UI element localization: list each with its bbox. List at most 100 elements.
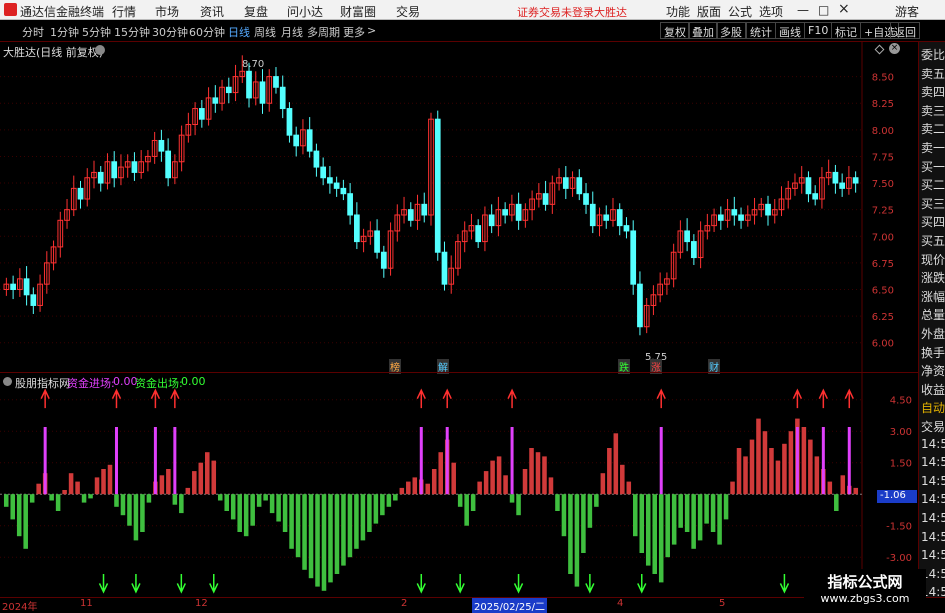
indicator-bar <box>542 456 547 495</box>
kline-chart[interactable]: 8.50 8.25 8.00 7.75 7.50 7.25 7.00 6.75 6.50 6.25… <box>0 42 918 374</box>
candle-body <box>434 118 441 253</box>
menu-trade[interactable]: 交易 <box>396 3 420 20</box>
indicator-bar <box>282 494 288 532</box>
menu-function[interactable]: 功能 <box>666 3 690 20</box>
indicator-bar <box>457 494 463 507</box>
indicator-bar <box>704 494 709 524</box>
stats-button[interactable]: 统计 <box>746 22 776 39</box>
mark-button[interactable]: 标记 <box>831 22 861 39</box>
period-tab-more[interactable]: 更多 <box>343 24 365 40</box>
indicator-bar <box>587 494 593 528</box>
menu-options[interactable]: 选项 <box>759 3 783 20</box>
candle-body <box>165 150 171 179</box>
indicator-bar <box>49 494 54 501</box>
user-label[interactable]: 游客 <box>895 3 919 20</box>
period-tab-30min[interactable]: 30分钟 <box>152 24 188 40</box>
period-tab-week[interactable]: 周线 <box>254 24 276 40</box>
draw-line-button[interactable]: 画线 <box>775 22 805 39</box>
quote-field-label: 14:56 <box>921 511 945 525</box>
candle-body <box>576 177 583 195</box>
indicator-bar <box>431 469 437 495</box>
fund-in-value: 0.00 <box>113 375 138 388</box>
indicator-bar <box>574 494 580 587</box>
menu-ask[interactable]: 问小达 <box>287 3 323 20</box>
quote-field-label: 总量 <box>921 308 945 323</box>
multi-stock-button[interactable]: 多股 <box>716 22 746 39</box>
up-arrow-icon <box>818 388 829 409</box>
menu-news[interactable]: 资讯 <box>200 3 224 20</box>
quote-field-label: 14:56 <box>921 455 945 470</box>
indicator-bar <box>159 475 165 495</box>
y-tick-label: -3.00 <box>886 553 912 564</box>
quote-field-label: 14:56 <box>921 492 945 507</box>
indicator-bar <box>639 494 645 553</box>
menu-review[interactable]: 复盘 <box>244 3 268 20</box>
y-tick-label: 6.75 <box>872 259 894 270</box>
quote-field-label: 涨幅 <box>921 289 945 304</box>
indicator-bar <box>75 481 80 495</box>
menu-formula[interactable]: 公式 <box>728 3 752 20</box>
close-icon[interactable]: × <box>838 1 850 17</box>
menu-quotes[interactable]: 行情 <box>112 3 136 20</box>
indicator-bar <box>192 471 197 495</box>
indicator-bar <box>600 473 606 495</box>
up-arrow-icon <box>40 388 50 409</box>
candle-body <box>158 139 165 152</box>
up-arrow-icon <box>170 388 180 409</box>
quote-field-label: 买一 <box>921 159 945 174</box>
period-tab-1min[interactable]: 1分钟 <box>50 24 79 40</box>
up-arrow-icon <box>844 388 854 409</box>
f10-button[interactable]: F10 <box>804 22 833 39</box>
period-tab-60min[interactable]: 60分钟 <box>189 24 225 40</box>
indicator-bar <box>671 494 677 545</box>
down-arrow-icon <box>176 574 187 594</box>
indicator-bar <box>509 494 515 503</box>
back-button[interactable]: 返回 <box>890 22 920 39</box>
period-tab-timeshare[interactable]: 分时 <box>22 24 44 40</box>
quote-field-label: 卖三 <box>921 103 945 118</box>
candle-body <box>77 187 84 200</box>
period-tab-multi[interactable]: 多周期 <box>307 24 340 40</box>
indicator-bar <box>36 483 41 495</box>
quote-field-label: 卖二 <box>921 122 945 137</box>
minimize-icon[interactable]: — <box>797 3 809 17</box>
period-tab-5min[interactable]: 5分钟 <box>82 24 111 40</box>
close-panel-icon[interactable]: × <box>889 43 900 54</box>
maximize-icon[interactable]: □ <box>818 3 829 17</box>
fund-in-signal-bar <box>419 427 423 495</box>
period-tab-15min[interactable]: 15分钟 <box>114 24 150 40</box>
indicator-bar <box>276 494 281 522</box>
menu-layout[interactable]: 版面 <box>697 3 721 20</box>
candle-body <box>333 182 340 189</box>
indicator-bar <box>561 494 567 537</box>
kline-svg[interactable]: 8.50 8.25 8.00 7.75 7.50 7.25 7.00 6.75 6.50 6.25… <box>0 42 918 372</box>
quote-field-label: 卖四 <box>921 85 945 100</box>
menu-market[interactable]: 市场 <box>155 3 179 20</box>
indicator-bar <box>496 456 502 495</box>
adjust-button[interactable]: 复权 <box>660 22 690 39</box>
menu-wealth[interactable]: 财富圈 <box>340 3 376 20</box>
overlay-button[interactable]: 叠加 <box>688 22 718 39</box>
down-arrow-icon <box>131 574 141 594</box>
indicator-panel[interactable]: 4.50 3.00 1.50 0.00 -1.50 -3.00 股朋指标网 资金进场: 0… <box>0 372 918 598</box>
period-tab-month[interactable]: 月线 <box>281 24 303 40</box>
indicator-bar <box>269 494 275 514</box>
candle-body <box>111 161 118 179</box>
current-value-badge: -1.06 <box>877 490 917 503</box>
indicator-bar <box>769 448 774 495</box>
y-tick-label: 8.00 <box>872 126 894 137</box>
fund-out-value: 0.00 <box>181 375 206 388</box>
candle-body <box>131 161 138 173</box>
candle-body <box>293 134 300 147</box>
period-tab-day[interactable]: 日线 <box>228 24 250 40</box>
up-arrow-icon <box>442 388 452 409</box>
indicator-svg[interactable]: 4.50 3.00 1.50 0.00 -1.50 -3.00 <box>0 373 918 598</box>
quote-field-label: 委比 <box>921 48 945 62</box>
indicator-bar <box>256 494 262 507</box>
settings-gear-icon[interactable] <box>95 45 105 55</box>
candle-body <box>306 129 313 152</box>
chevron-right-icon[interactable]: > <box>367 24 376 37</box>
login-notice[interactable]: 证券交易未登录 <box>517 4 594 20</box>
indicator-gear-icon[interactable] <box>3 377 12 386</box>
candle-body <box>286 108 293 136</box>
